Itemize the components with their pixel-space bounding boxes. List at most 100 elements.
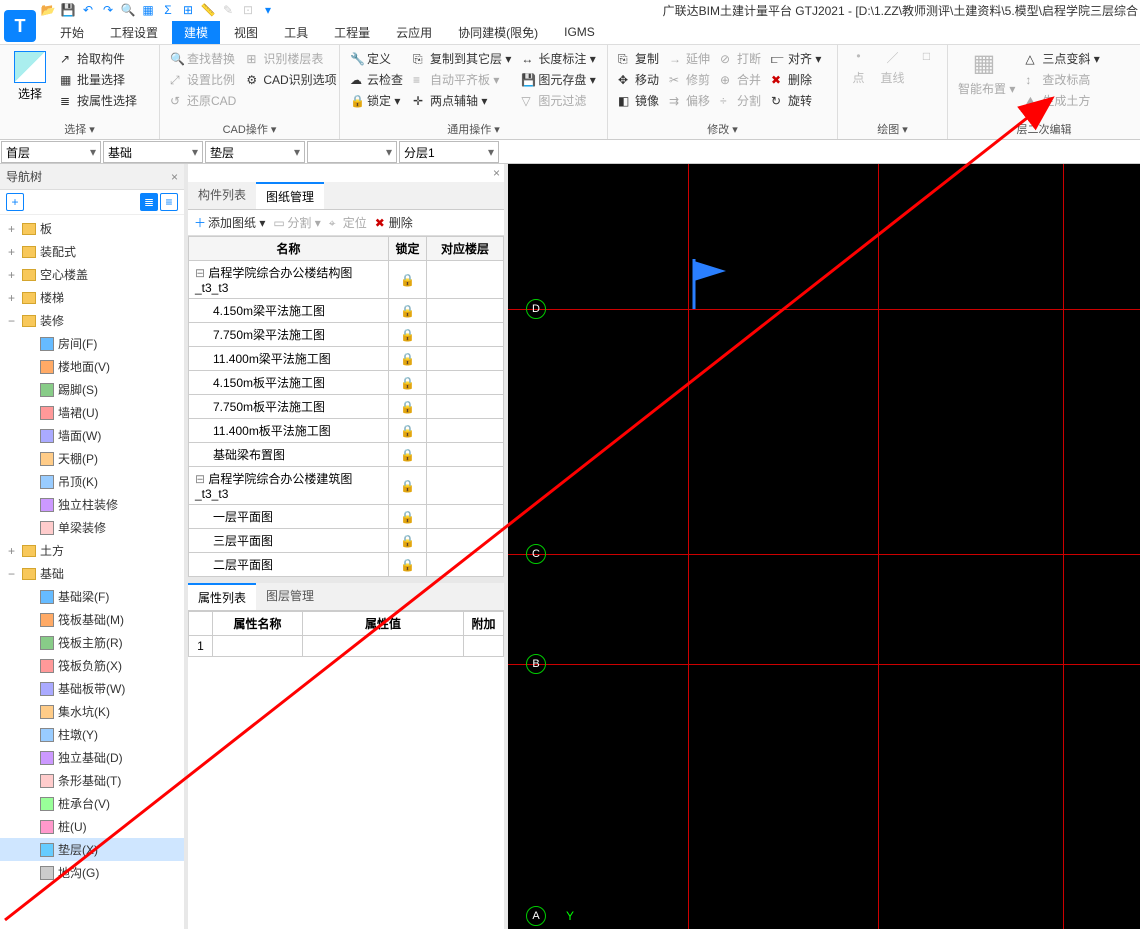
align-button[interactable]: ⫍对齐 ▾ <box>769 49 823 68</box>
lock-cell[interactable]: 🔒 <box>389 395 427 419</box>
redo-icon[interactable]: ↷ <box>100 2 116 18</box>
trim-button[interactable]: ✂修剪 <box>667 70 712 89</box>
select-by-prop-button[interactable]: ≣按属性选择 <box>58 91 139 110</box>
drawing-row[interactable]: 二层平面图🔒 <box>189 553 504 577</box>
lock-cell[interactable]: 🔒 <box>389 299 427 323</box>
offset-button[interactable]: ⇉偏移 <box>667 91 712 110</box>
delete-drawing-button[interactable]: ✖删除 <box>375 214 413 231</box>
sum-icon[interactable]: Σ <box>160 2 176 18</box>
floor-cell[interactable] <box>427 443 504 467</box>
tree-item[interactable]: 墙面(W) <box>0 424 184 447</box>
menu-quantity[interactable]: 工程量 <box>322 21 382 44</box>
smart-layout-button[interactable]: 智能布置 ▾ <box>956 79 1017 98</box>
define-button[interactable]: 🔧定义 <box>348 49 405 68</box>
lock-cell[interactable]: 🔒 <box>389 347 427 371</box>
menu-view[interactable]: 视图 <box>222 21 270 44</box>
tree-item[interactable]: 吊顶(K) <box>0 470 184 493</box>
tree-item[interactable]: 桩(U) <box>0 815 184 838</box>
break-button[interactable]: ⊘打断 <box>718 49 763 68</box>
floor-cell[interactable] <box>427 505 504 529</box>
tree-item[interactable]: 地沟(G) <box>0 861 184 884</box>
drawing-row[interactable]: 7.750m板平法施工图🔒 <box>189 395 504 419</box>
lock-cell[interactable]: 🔒 <box>389 419 427 443</box>
split-drawing-button[interactable]: ▭分割 ▾ <box>273 214 320 231</box>
tree-item[interactable]: 筏板基础(M) <box>0 608 184 631</box>
point-button[interactable]: •点 <box>848 49 868 86</box>
drawing-row[interactable]: ⊟ 启程学院综合办公楼结构图_t3_t3🔒 <box>189 261 504 299</box>
close-icon[interactable]: × <box>171 170 178 184</box>
length-dim-button[interactable]: ↔长度标注 ▾ <box>519 49 597 68</box>
tree-item[interactable]: 单梁装修 <box>0 516 184 539</box>
tree-item[interactable]: 集水坑(K) <box>0 700 184 723</box>
two-point-axis-button[interactable]: ✛两点辅轴 ▾ <box>411 91 513 110</box>
layer-selector[interactable]: 分层1▾ <box>399 141 499 163</box>
split-button[interactable]: ÷分割 <box>718 91 763 110</box>
move-button[interactable]: ✥移动 <box>616 70 661 89</box>
delete-button[interactable]: ✖删除 <box>769 70 823 89</box>
save-icon[interactable]: 💾 <box>60 2 76 18</box>
restore-cad-button[interactable]: ↺还原CAD <box>168 91 238 110</box>
drawing-canvas[interactable]: D C B A Y <box>508 164 1140 929</box>
drawing-row[interactable]: 4.150m梁平法施工图🔒 <box>189 299 504 323</box>
copy-button[interactable]: ⎘复制 <box>616 49 661 68</box>
element-filter-button[interactable]: ▽图元过滤 <box>519 91 597 110</box>
category-selector[interactable]: 基础▾ <box>103 141 203 163</box>
drawing-row[interactable]: 11.400m梁平法施工图🔒 <box>189 347 504 371</box>
tree-item[interactable]: 天棚(P) <box>0 447 184 470</box>
check-elevation-button[interactable]: ↕查改标高 <box>1023 70 1101 89</box>
nav-tree[interactable]: +板+装配式+空心楼盖+楼梯−装修房间(F)楼地面(V)踢脚(S)墙裙(U)墙面… <box>0 215 184 929</box>
floor-cell[interactable] <box>427 323 504 347</box>
tree-group[interactable]: +装配式 <box>0 240 184 263</box>
tree-item[interactable]: 踢脚(S) <box>0 378 184 401</box>
three-point-slope-button[interactable]: △三点变斜 ▾ <box>1023 49 1101 68</box>
open-icon[interactable]: 📂 <box>40 2 56 18</box>
tree-item[interactable]: 基础板带(W) <box>0 677 184 700</box>
tree-item[interactable]: 独立柱装修 <box>0 493 184 516</box>
menu-project-settings[interactable]: 工程设置 <box>98 21 170 44</box>
tree-item[interactable]: 楼地面(V) <box>0 355 184 378</box>
menu-igms[interactable]: IGMS <box>552 22 607 42</box>
lock-cell[interactable]: 🔒 <box>389 553 427 577</box>
tab-drawings[interactable]: 图纸管理 <box>256 182 324 209</box>
ruler-icon[interactable]: 📏 <box>200 2 216 18</box>
tree-item[interactable]: 条形基础(T) <box>0 769 184 792</box>
auto-align-button[interactable]: ≡自动平齐板 ▾ <box>411 70 513 89</box>
tree-item[interactable]: 房间(F) <box>0 332 184 355</box>
floor-cell[interactable] <box>427 347 504 371</box>
tree-item[interactable]: 筏板负筋(X) <box>0 654 184 677</box>
rotate-button[interactable]: ↻旋转 <box>769 91 823 110</box>
lock-cell[interactable]: 🔒 <box>389 323 427 347</box>
tab-properties[interactable]: 属性列表 <box>188 583 256 610</box>
menu-collab[interactable]: 协同建模(限免) <box>446 21 550 44</box>
drawing-row[interactable]: 4.150m板平法施工图🔒 <box>189 371 504 395</box>
menu-tools[interactable]: 工具 <box>272 21 320 44</box>
tree-item[interactable]: 垫层(X) <box>0 838 184 861</box>
tree-group[interactable]: +空心楼盖 <box>0 263 184 286</box>
tree-group[interactable]: +楼梯 <box>0 286 184 309</box>
floor-cell[interactable] <box>427 371 504 395</box>
floor-cell[interactable] <box>427 261 504 299</box>
rect-button[interactable]: □ <box>917 49 937 86</box>
lock-cell[interactable]: 🔒 <box>389 443 427 467</box>
lock-button[interactable]: 🔒锁定 ▾ <box>348 91 405 110</box>
type-selector[interactable]: 垫层▾ <box>205 141 305 163</box>
table-icon[interactable]: ⊞ <box>180 2 196 18</box>
edit-icon[interactable]: ✎ <box>220 2 236 18</box>
lock-cell[interactable]: 🔒 <box>389 467 427 505</box>
lock-cell[interactable]: 🔒 <box>389 505 427 529</box>
floor-selector[interactable]: 首层▾ <box>1 141 101 163</box>
tree-group[interactable]: −装修 <box>0 309 184 332</box>
list-view-button[interactable]: ≣ <box>140 193 158 211</box>
batch-select-button[interactable]: ▦批量选择 <box>58 70 139 89</box>
find-replace-button[interactable]: 🔍查找替换 <box>168 49 238 68</box>
expand-all-button[interactable]: + <box>6 193 24 211</box>
generate-earthwork-button[interactable]: ⛰生成土方 <box>1023 91 1101 110</box>
extend-button[interactable]: →延伸 <box>667 49 712 68</box>
tree-group[interactable]: −基础 <box>0 562 184 585</box>
grid-icon[interactable]: ⊡ <box>240 2 256 18</box>
tree-item[interactable]: 柱墩(Y) <box>0 723 184 746</box>
identify-floor-button[interactable]: ⊞识别楼层表 <box>244 49 338 68</box>
merge-button[interactable]: ⊕合并 <box>718 70 763 89</box>
mirror-button[interactable]: ◧镜像 <box>616 91 661 110</box>
drawing-row[interactable]: 一层平面图🔒 <box>189 505 504 529</box>
